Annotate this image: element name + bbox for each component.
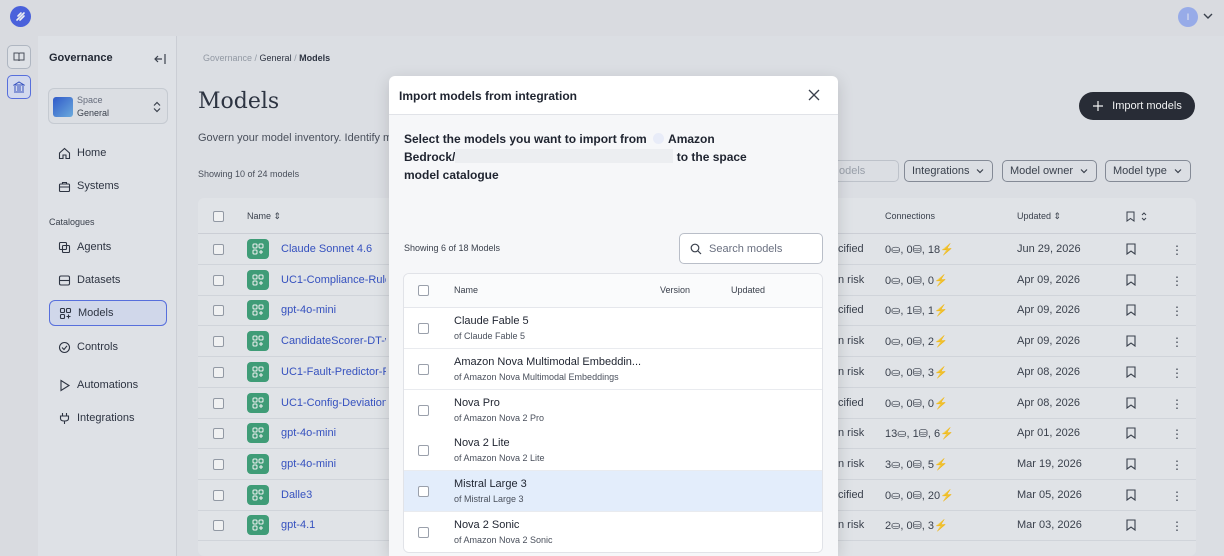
model-name: Mistral Large 3 — [454, 478, 527, 491]
import-instructions: Select the models you want to import fro… — [404, 130, 784, 184]
row-checkbox[interactable] — [418, 404, 429, 416]
model-list-item[interactable]: Amazon Nova Multimodal Embeddin... of Ama… — [404, 348, 822, 390]
dialog-title: Import models from integration — [399, 89, 578, 103]
model-family: of Mistral Large 3 — [454, 494, 524, 505]
integration-path: Bedrock/ — [404, 150, 456, 164]
model-name: Nova Pro — [454, 396, 500, 409]
select-all-checkbox[interactable] — [418, 285, 429, 296]
model-list-item[interactable]: Claude Fable 5 of Claude Fable 5 — [404, 308, 822, 349]
model-family: of Amazon Nova Multimodal Embeddings — [454, 371, 619, 382]
column-name: Name — [454, 285, 479, 295]
integration-name: Amazon — [668, 132, 715, 146]
close-icon[interactable] — [807, 88, 821, 102]
prompt-text: Select the models you want to import fro… — [404, 132, 647, 146]
model-list-item[interactable]: Nova 2 Sonic of Amazon Nova 2 Sonic — [404, 512, 822, 552]
model-name: Nova 2 Lite — [454, 437, 510, 450]
row-checkbox[interactable] — [418, 445, 429, 457]
dialog-models-count: Showing 6 of 18 Models — [404, 243, 501, 253]
search-placeholder: Search models — [709, 242, 783, 255]
model-family: of Claude Fable 5 — [454, 331, 526, 341]
model-name: Nova 2 Sonic — [454, 519, 520, 531]
row-checkbox[interactable] — [418, 527, 429, 538]
row-checkbox[interactable] — [418, 323, 429, 334]
dialog-table-header: Name Version Updated — [404, 274, 822, 308]
redacted-path — [455, 149, 674, 163]
search-icon — [690, 243, 702, 254]
import-models-dialog: Import models from integration Select th… — [389, 76, 838, 556]
model-name: Claude Fable 5 — [454, 315, 529, 327]
dialog-body: Select the models you want to import fro… — [389, 115, 838, 556]
column-version: Version — [660, 285, 691, 295]
model-list-item[interactable]: Mistral Large 3 of Mistral Large 3 — [404, 471, 822, 513]
model-family: of Amazon Nova 2 Lite — [454, 453, 545, 464]
integration-models-table: Name Version Updated Claude Fable 5 of Cl… — [403, 273, 823, 553]
row-checkbox[interactable] — [418, 486, 429, 498]
model-list-item[interactable]: Nova 2 Lite of Amazon Nova 2 Lite — [404, 430, 822, 472]
model-family: of Amazon Nova 2 Pro — [454, 412, 545, 423]
integration-logo-icon — [653, 133, 665, 144]
model-list-item[interactable]: Nova Pro of Amazon Nova 2 Pro — [404, 389, 822, 431]
model-family: of Amazon Nova 2 Sonic — [454, 535, 553, 545]
search-models-input[interactable]: Search models — [679, 233, 823, 264]
dialog-header: Import models from integration — [389, 76, 838, 115]
row-checkbox[interactable] — [418, 363, 429, 375]
column-updated: Updated — [731, 285, 766, 295]
model-name: Amazon Nova Multimodal Embeddin... — [454, 355, 642, 368]
